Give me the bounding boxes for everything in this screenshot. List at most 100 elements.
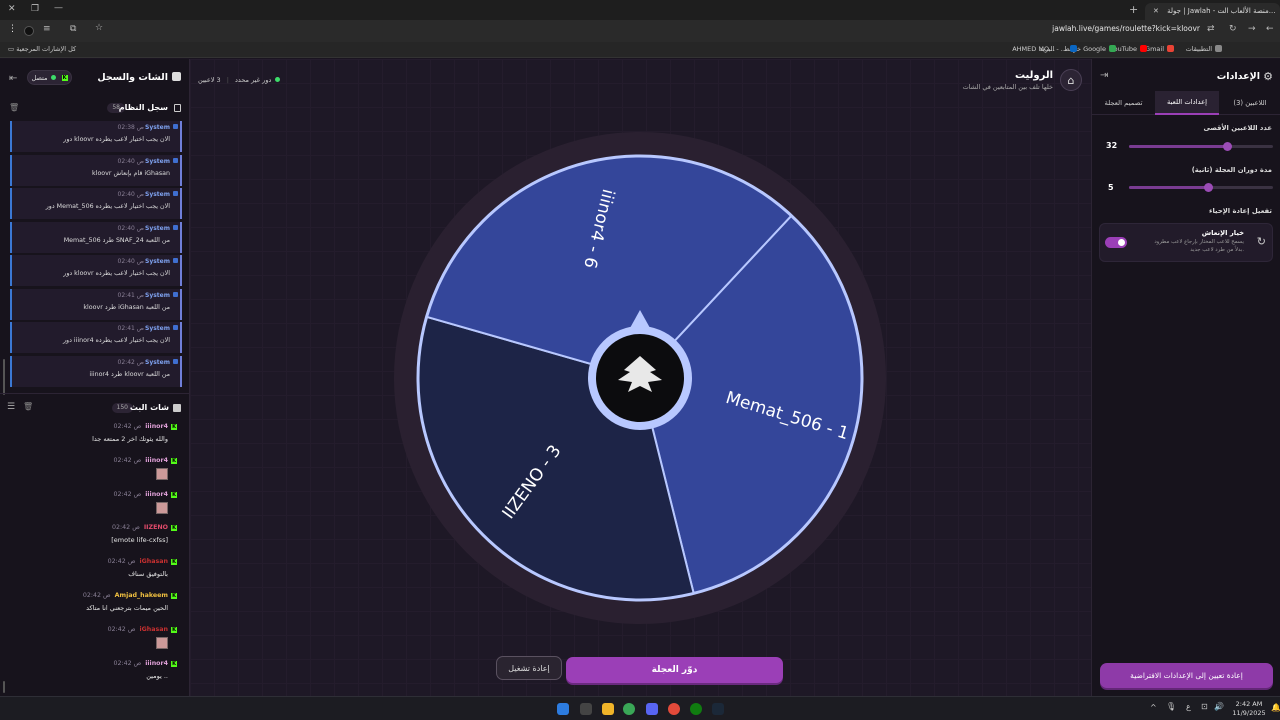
side-panel-icon[interactable]: ⧉ <box>70 24 76 34</box>
tab-close-icon[interactable]: ✕ <box>1153 7 1159 15</box>
log-scrollbar[interactable] <box>3 359 5 395</box>
system-shield-icon <box>173 157 178 163</box>
emote-image <box>156 636 168 649</box>
minimize-window-icon[interactable]: — <box>54 3 63 13</box>
network-icon[interactable]: ⊡ <box>1201 702 1208 711</box>
back-icon[interactable]: ← <box>1266 24 1274 34</box>
language-indicator[interactable]: ع <box>1186 702 1191 711</box>
home-icon: ⌂ <box>1067 73 1075 87</box>
revive-toggle[interactable] <box>1105 237 1127 248</box>
kick-badge-icon: K <box>171 424 177 430</box>
site-settings-icon[interactable]: ⇄ <box>1207 24 1215 34</box>
collapse-settings-icon[interactable]: ⇥ <box>1100 70 1108 81</box>
max-players-slider-knob[interactable] <box>1222 142 1232 151</box>
spin-wheel-button[interactable]: دوّر العجلة <box>566 657 783 683</box>
volume-icon[interactable]: 🔊 <box>1214 702 1224 711</box>
chat-username[interactable]: iiinor4 <box>145 457 168 464</box>
system-message-text: kloovr طرد iGhasan من اللعبة <box>83 303 170 311</box>
log-icon <box>174 104 181 112</box>
system-message-time: 02:40 ص <box>117 224 144 232</box>
extensions-icon[interactable]: ≡ <box>43 24 51 34</box>
microphone-icon[interactable]: 🎙 <box>1166 702 1176 711</box>
kick-badge-icon: K <box>171 626 177 633</box>
divider <box>0 393 190 394</box>
restore-window-icon[interactable]: ❐ <box>31 4 39 14</box>
chat-username[interactable]: iiinor4 <box>145 423 168 430</box>
bookmark-apps[interactable]: التطبيقات <box>1186 45 1222 53</box>
chat-message: 02:42 ص iGhasan K <box>7 626 177 656</box>
spin-duration-slider-knob[interactable] <box>1204 183 1214 192</box>
gear-icon: ⚙ <box>1263 70 1273 83</box>
connected-dot <box>50 75 56 80</box>
collapse-panel-icon[interactable]: ⇤ <box>9 73 17 84</box>
chat-username[interactable]: IIZENO <box>144 524 168 531</box>
browser-tab-bar: ✕ ❐ — + ✕ جولة | Jawlah - منصة الألعاب ا… <box>0 0 1280 20</box>
filter-icon[interactable]: ☰ <box>7 402 15 412</box>
live-chat-icon <box>173 404 181 412</box>
chat-message-time: 02:42 ص <box>113 423 142 430</box>
chat-username[interactable]: iiinor4 <box>145 491 168 498</box>
gmail-icon <box>1167 45 1174 52</box>
steam-icon[interactable] <box>712 703 724 715</box>
home-button[interactable]: ⌂ <box>1060 69 1082 91</box>
tab-jawlah[interactable]: ✕ جولة | Jawlah - منصة الألعاب الت... <box>1145 3 1280 20</box>
revive-section-label: تفعيل إعادة الإحياء <box>1209 207 1272 215</box>
chrome-icon[interactable] <box>623 703 635 715</box>
chat-message-time: 02:42 ص <box>113 659 142 667</box>
tab-game-settings[interactable]: إعدادات اللعبة <box>1155 91 1219 115</box>
system-message-time: 02:41 ص <box>117 325 144 332</box>
all-bookmarks-link[interactable]: ▭ كل الإشارات المرجعية <box>8 45 76 53</box>
kick-icon: K <box>61 74 68 81</box>
chat-message: 02:42 ص iiinor4 K <box>7 457 177 487</box>
system-message-author: System <box>145 325 170 332</box>
clock-time[interactable]: 2:42 AM <box>1231 700 1267 708</box>
windows-start-icon[interactable] <box>557 703 569 715</box>
system-message: System 02:41 ص دور iiinor4 الان يجب اختيار… <box>10 322 182 353</box>
close-window-icon[interactable]: ✕ <box>8 4 16 14</box>
chat-scrollbar[interactable] <box>3 681 5 693</box>
revive-option-title: خيار الإنعاش <box>1201 229 1244 237</box>
restart-button[interactable]: إعادة تشغيل <box>496 656 562 680</box>
bookmark-gmail[interactable]: Gmail <box>1145 45 1174 53</box>
taskbar: ^ 🎙 ع ⊡ 🔊 2:42 AM 11/9/2025 🔔 <box>0 696 1280 720</box>
chat-username[interactable]: iGhasan <box>139 558 168 565</box>
tray-chevron-icon[interactable]: ^ <box>1150 703 1157 712</box>
clear-chat-trash-icon[interactable]: 🗑 <box>23 402 33 411</box>
chat-message-text: يومين .. <box>146 671 168 680</box>
live-chat-title: شات البث <box>129 403 169 412</box>
bookmark-ahmed[interactable]: AHMED MO... <box>1012 45 1055 53</box>
tab-players[interactable]: اللاعبين (3) <box>1219 91 1280 115</box>
system-message-text: Memat_506 طرد SNAF_24 من اللعبة <box>63 236 170 244</box>
bookmark-star-icon[interactable]: ☆ <box>95 23 103 33</box>
clock-date[interactable]: 11/9/2025 <box>1230 709 1268 717</box>
url-text[interactable]: jawlah.live/games/roulette?kick=kloovr <box>1052 24 1200 33</box>
system-message-text: iiinor4 طرد kloovr من اللعبة <box>89 370 170 378</box>
tab-title: جولة | Jawlah - منصة الألعاب الت... <box>1167 7 1276 15</box>
tab-wheel-design[interactable]: تصميم العجلة <box>1092 91 1155 115</box>
file-explorer-icon[interactable] <box>602 703 614 715</box>
chat-message-time: 02:42 ص <box>82 592 111 599</box>
forward-icon[interactable]: → <box>1248 24 1256 34</box>
bookmarks-bar: ▭ كل الإشارات المرجعية التطبيقات Gmail Y… <box>0 42 1280 58</box>
chat-message: 02:42 ص iGhasan K بالتوفيق سناف <box>7 558 177 588</box>
reset-defaults-button[interactable]: إعادة تعيين إلى الإعدادات الافتراضية <box>1100 663 1273 688</box>
xbox-icon[interactable] <box>690 703 702 715</box>
system-message: System 02:38 ص دور kloovr الان يجب اختيار … <box>10 121 182 152</box>
profile-avatar[interactable] <box>24 26 34 36</box>
chat-message-time: 02:42 ص <box>113 490 142 498</box>
chat-message-time: 02:42 ص <box>112 524 140 532</box>
new-tab-icon[interactable]: + <box>1129 3 1138 16</box>
chat-username[interactable]: iGhasan <box>139 626 168 633</box>
taskbar-search-icon[interactable] <box>580 703 592 715</box>
chat-username[interactable]: Amjad_hakeem <box>115 592 168 599</box>
app-icon[interactable] <box>668 703 680 715</box>
bookmark-youtube[interactable]: YouTube <box>1111 45 1147 53</box>
chat-username[interactable]: iiinor4 <box>145 660 168 667</box>
clear-log-trash-icon[interactable]: 🗑 <box>9 103 19 112</box>
reload-icon[interactable]: ↻ <box>1229 24 1237 34</box>
kick-badge-icon: K <box>171 593 177 599</box>
discord-icon[interactable] <box>646 703 658 715</box>
kick-badge-icon: K <box>171 457 177 464</box>
notification-bell-icon[interactable]: 🔔 <box>1271 703 1280 712</box>
menu-dots-icon[interactable]: ⋮ <box>8 24 17 34</box>
